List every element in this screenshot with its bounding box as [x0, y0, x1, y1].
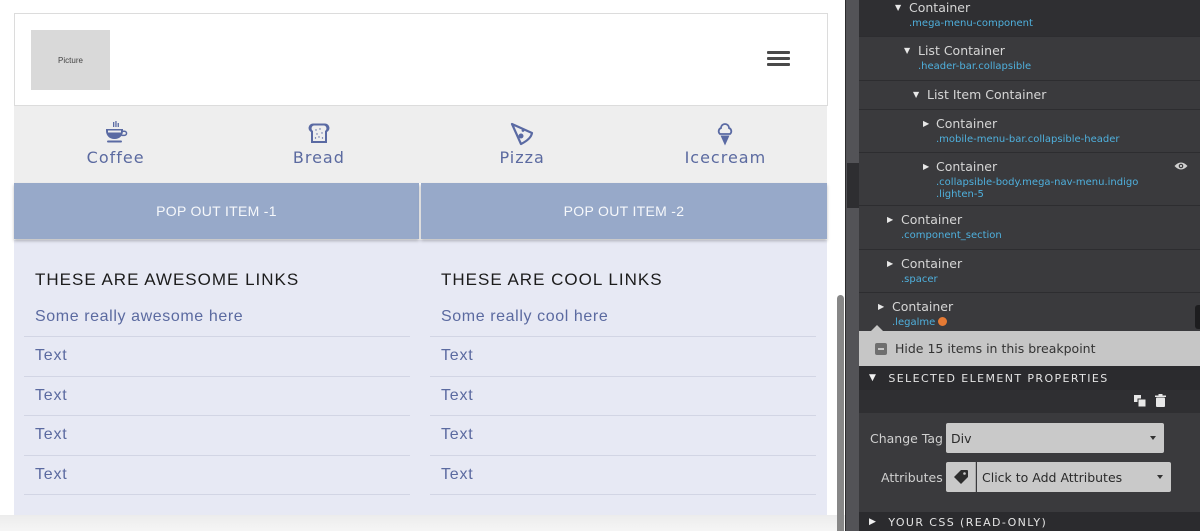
panel-gutter [845, 0, 860, 531]
category-nav: Coffee Bread Pizza Icecream [14, 106, 827, 183]
tree-node-list-item-container[interactable]: ▼ List Item Container [859, 81, 1200, 110]
your-css-header[interactable]: ▶ YOUR CSS (READ-ONLY) [859, 512, 1200, 531]
expanded-triangle-icon: ▼ [869, 373, 878, 383]
list-item-link[interactable]: Text [430, 377, 816, 416]
column-title: THESE ARE COOL LINKS [441, 270, 663, 289]
minus-box-icon [875, 342, 887, 355]
tag-icon [953, 470, 968, 484]
category-label: Bread [292, 148, 345, 167]
chevron-down-icon [1157, 475, 1163, 479]
change-tag-value: Div [951, 430, 972, 446]
attributes-label: Attributes [881, 470, 943, 485]
section-title: SELECTED ELEMENT PROPERTIES [888, 371, 1109, 385]
section-title: YOUR CSS (READ-ONLY) [888, 515, 1048, 529]
attribute-tag-button[interactable] [946, 462, 976, 492]
tree-node-name: Container [909, 0, 971, 15]
tree-node-mega-menu-component[interactable]: ▼ Container .mega-menu-component [859, 0, 1200, 37]
tree-node-class: .header-bar.collapsible [918, 61, 1032, 72]
change-tag-select[interactable]: Div [946, 423, 1164, 453]
tree-node-class: .spacer [901, 274, 938, 285]
element-tools [859, 390, 1200, 413]
list-item-link[interactable]: Text [24, 416, 410, 456]
tree-node-spacer[interactable]: ▶ Container .spacer [859, 250, 1200, 293]
status-dot [938, 317, 948, 326]
picture-placeholder: Picture [31, 30, 110, 90]
category-pizza[interactable]: Pizza [421, 106, 624, 183]
design-canvas: Picture Coffee Bread Pizza Icecream POP … [0, 0, 845, 531]
tree-node-name: List Item Container [927, 87, 1047, 102]
tree-node-class-text: .legalme [892, 317, 936, 328]
hide-items-label: Hide 15 items in this breakpoint [895, 341, 1096, 356]
tree-node-class: .mega-menu-component [909, 18, 1033, 29]
category-bread[interactable]: Bread [217, 106, 420, 183]
tree-node-mobile-menu-bar[interactable]: ▶ Container .mobile-menu-bar.collapsible… [859, 110, 1200, 153]
tree-node-class: .legalme [892, 317, 948, 329]
tree-node-collapsible-body[interactable]: ▶ Container .collapsible-body.mega-nav-m… [859, 153, 1200, 206]
canvas-bottom-shadow [0, 515, 845, 531]
popout-item-2-button[interactable]: POP OUT ITEM -2 [421, 183, 827, 239]
category-label: Coffee [86, 148, 145, 167]
collapsed-triangle-icon[interactable]: ▶ [887, 215, 893, 224]
element-tree: ▼ Container .mega-menu-component ▼ List … [859, 0, 1200, 331]
category-label: Icecream [684, 148, 767, 167]
mega-nav-menu: THESE ARE AWESOME LINKS Some really awes… [14, 240, 827, 516]
expanded-triangle-icon[interactable]: ▼ [904, 46, 910, 55]
tree-node-legalme[interactable]: ▶ Container .legalme [859, 293, 1200, 331]
bread-toast-icon [306, 121, 332, 147]
category-icecream[interactable]: Icecream [624, 106, 827, 183]
ice-cream-icon [712, 121, 738, 147]
popout-item-1-button[interactable]: POP OUT ITEM -1 [14, 183, 419, 239]
list-item-link[interactable]: Text [24, 456, 410, 495]
chevron-down-icon [1150, 436, 1156, 440]
list-item-link[interactable]: Some really awesome here [24, 297, 410, 337]
expanded-triangle-icon[interactable]: ▼ [913, 90, 919, 99]
collapsed-triangle-icon[interactable]: ▶ [878, 302, 884, 311]
hide-items-toggle[interactable]: Hide 15 items in this breakpoint [859, 325, 1200, 366]
list-item-link[interactable]: Text [430, 456, 816, 495]
tree-node-name: Container [936, 116, 998, 131]
tree-node-component-section[interactable]: ▶ Container .component_section [859, 206, 1200, 250]
tree-node-name: List Container [918, 43, 1005, 58]
change-tag-label: Change Tag [870, 431, 943, 446]
canvas-scrollbar[interactable] [837, 295, 844, 531]
links-list: Some really awesome here Text Text Text … [24, 297, 410, 495]
attributes-placeholder: Click to Add Attributes [982, 469, 1123, 485]
tree-node-class: .collapsible-body.mega-nav-menu.indigo [936, 177, 1139, 188]
tree-node-class: .component_section [901, 230, 1002, 241]
collapsed-triangle-icon[interactable]: ▶ [923, 119, 929, 128]
side-tab-handle[interactable] [1195, 305, 1200, 329]
category-coffee[interactable]: Coffee [14, 106, 217, 183]
collapsed-triangle-icon[interactable]: ▶ [887, 259, 893, 268]
list-item-link[interactable]: Text [24, 377, 410, 416]
header-bar: Picture [14, 13, 828, 106]
tree-node-class: .lighten-5 [936, 189, 984, 200]
list-item-link[interactable]: Text [430, 416, 816, 456]
collapsed-triangle-icon[interactable]: ▶ [923, 162, 929, 171]
links-list: Some really cool here Text Text Text Tex… [430, 297, 816, 495]
trash-icon[interactable] [1155, 394, 1166, 407]
tree-node-name: Container [892, 299, 954, 314]
selected-element-properties-header[interactable]: ▼ SELECTED ELEMENT PROPERTIES [859, 366, 1200, 390]
coffee-cup-icon [103, 121, 129, 147]
expanded-triangle-icon[interactable]: ▼ [895, 3, 901, 12]
attributes-select[interactable]: Click to Add Attributes [977, 462, 1171, 492]
eye-icon[interactable] [1174, 161, 1188, 171]
inspector-panel: ▼ Container .mega-menu-component ▼ List … [845, 0, 1200, 531]
tree-node-name: Container [901, 212, 963, 227]
picture-label: Picture [58, 55, 83, 65]
tree-node-header-bar[interactable]: ▼ List Container .header-bar.collapsible [859, 37, 1200, 81]
list-item-link[interactable]: Text [430, 337, 816, 377]
tree-node-name: Container [901, 256, 963, 271]
hamburger-icon[interactable] [767, 51, 791, 69]
tree-node-name: Container [936, 159, 998, 174]
pizza-slice-icon [509, 121, 535, 147]
category-label: Pizza [499, 148, 545, 167]
column-title: THESE ARE AWESOME LINKS [35, 270, 300, 289]
list-item-link[interactable]: Some really cool here [430, 297, 816, 337]
duplicate-icon[interactable] [1134, 395, 1146, 407]
popout-row: POP OUT ITEM -1 POP OUT ITEM -2 [14, 183, 827, 240]
list-item-link[interactable]: Text [24, 337, 410, 377]
tree-node-class: .mobile-menu-bar.collapsible-header [936, 134, 1120, 145]
collapsed-triangle-icon: ▶ [869, 517, 878, 527]
